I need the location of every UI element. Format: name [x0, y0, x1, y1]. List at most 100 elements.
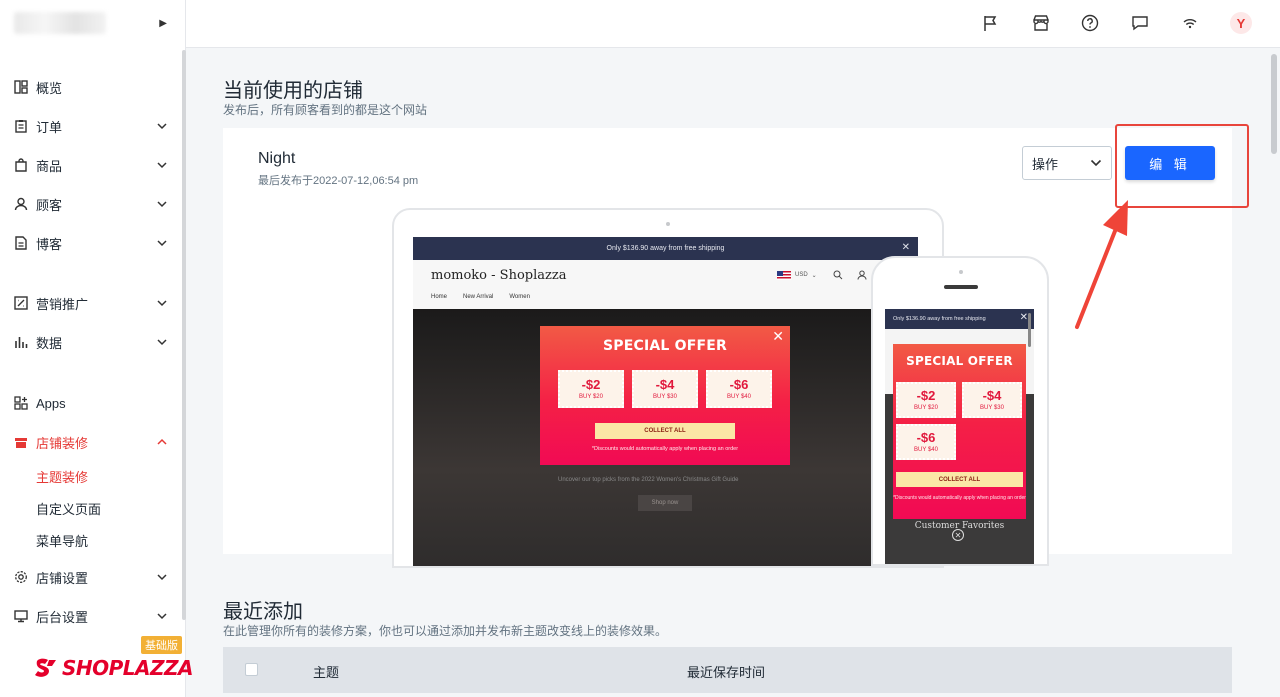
highlight-box — [1115, 124, 1249, 208]
order-icon — [14, 119, 28, 133]
select-all-checkbox[interactable] — [245, 663, 258, 676]
coupon: -$4 BUY $30 — [962, 382, 1022, 418]
shoplazza-logo[interactable]: SHOPLAZZA — [34, 656, 194, 680]
store-header: momoko - Shoplazza USD ⌄ Home New Arriva… — [413, 260, 918, 309]
store-menu: Home New Arrival Women — [431, 294, 530, 300]
help-icon[interactable] — [1081, 14, 1099, 32]
special-offer-popup: SPECIAL OFFER ✕ -$2 BUY $20 -$4 BUY $30 … — [540, 326, 790, 465]
popup-title: SPECIAL OFFER — [906, 354, 1013, 368]
message-icon[interactable] — [1131, 14, 1149, 32]
recent-desc: 在此管理你所有的装修方案，你也可以通过添加并发布新主题改变线上的装修效果。 — [223, 624, 668, 638]
close-icon: ✕ — [901, 242, 910, 253]
current-store-title: 当前使用的店铺 — [223, 80, 363, 102]
store-switcher[interactable]: ▶ — [0, 0, 185, 46]
coupon: -$2 BUY $20 — [558, 370, 624, 408]
sidebar-item-customers[interactable]: 顾客 — [0, 188, 182, 220]
sidebar-item-blog[interactable]: 博客 — [0, 227, 182, 259]
currency-code: USD — [795, 272, 808, 278]
chevron-up-icon — [157, 438, 167, 445]
coupon-condition: BUY $20 — [579, 394, 603, 400]
close-icon: ✕ — [772, 328, 784, 344]
currency-selector: USD ⌄ — [777, 270, 867, 280]
sidebar-item-orders[interactable]: 订单 — [0, 110, 182, 142]
collect-all-button: COLLECT ALL — [896, 472, 1023, 487]
chevron-down-icon — [157, 162, 167, 169]
sidebar-item-overview[interactable]: 概览 — [0, 71, 182, 103]
coupon-condition: BUY $30 — [980, 405, 1004, 411]
speaker-slot — [944, 285, 978, 289]
chevron-down-icon — [1090, 159, 1102, 167]
flag-icon[interactable] — [982, 14, 1000, 32]
sidebar: ▶ 概览 订单 商品 顾客 博客 营销推广 数据 Apps 店铺装修 主题装修 … — [0, 0, 194, 697]
column-theme: 主题 — [313, 665, 340, 680]
search-icon — [833, 270, 843, 280]
us-flag-icon — [777, 270, 791, 280]
menu-item: Home — [431, 294, 448, 300]
scrollbar-thumb[interactable] — [1271, 54, 1277, 154]
sidebar-subitem-pages[interactable]: 自定义页面 — [36, 499, 101, 518]
mobile-preview[interactable]: Only $136.90 away from free shipping ✕ S… — [871, 256, 1049, 566]
actions-label: 操作 — [1032, 156, 1059, 172]
current-theme-card: Night 最后发布于2022-07-12,06:54 pm 操作 编 辑 On… — [223, 128, 1232, 568]
sidebar-scrollbar[interactable] — [182, 50, 186, 620]
close-icon: ✕ — [1019, 312, 1028, 323]
product-icon — [14, 158, 28, 172]
coupon-amount: -$4 — [655, 377, 675, 392]
collect-all-button: COLLECT ALL — [595, 423, 735, 439]
chevron-down-icon — [157, 240, 167, 247]
sidebar-item-label: 概览 — [36, 80, 63, 96]
recent-title: 最近添加 — [223, 601, 303, 623]
sidebar-item-admin-settings[interactable]: 后台设置 — [0, 600, 182, 632]
special-offer-popup: SPECIAL OFFER -$2 BUY $20 -$4 BUY $30 -$… — [893, 344, 1026, 519]
store-icon[interactable] — [1032, 14, 1050, 32]
themes-table-header: 主题 最近保存时间 — [223, 647, 1232, 693]
sidebar-subitem-themes[interactable]: 主题装修 — [36, 467, 88, 486]
sidebar-item-apps[interactable]: Apps — [0, 387, 182, 419]
settings-icon — [14, 570, 28, 584]
sidebar-item-store-design[interactable]: 店铺装修 — [0, 426, 182, 458]
tablet-screen: Only $136.90 away from free shipping ✕ m… — [413, 237, 918, 566]
sidebar-item-analytics[interactable]: 数据 — [0, 326, 182, 358]
sidebar-item-marketing[interactable]: 营销推广 — [0, 287, 182, 319]
coupon: -$6 BUY $40 — [896, 424, 956, 460]
sidebar-item-products[interactable]: 商品 — [0, 149, 182, 181]
analytics-icon — [14, 335, 28, 349]
shipping-bar: Only $136.90 away from free shipping ✕ — [413, 237, 918, 260]
current-store-desc: 发布后，所有顾客看到的都是这个网站 — [223, 103, 428, 117]
sidebar-item-store-settings[interactable]: 店铺设置 — [0, 561, 182, 593]
coupon: -$6 BUY $40 — [706, 370, 772, 408]
close-circle-icon: ✕ — [952, 529, 964, 541]
sidebar-item-label: 商品 — [36, 158, 63, 174]
coupon-amount: -$4 — [982, 388, 1002, 403]
chevron-down-icon — [157, 574, 167, 581]
chevron-down-icon — [157, 613, 167, 620]
hero-button: Shop now — [638, 495, 692, 511]
sidebar-item-label: 营销推广 — [36, 296, 89, 312]
theme-name: Night — [258, 150, 296, 167]
coupon-amount: -$6 — [729, 377, 749, 392]
coupon-condition: BUY $20 — [914, 405, 938, 411]
page-scrollbar[interactable] — [1270, 50, 1278, 697]
discount-note: *Discounts would automatically apply whe… — [893, 495, 1026, 501]
wifi-icon[interactable] — [1181, 14, 1199, 32]
coupon: -$4 BUY $30 — [632, 370, 698, 408]
admin-settings-icon — [14, 609, 28, 623]
plan-badge: 基础版 — [141, 636, 182, 654]
chevron-down-icon: ⌄ — [811, 272, 817, 279]
apps-icon — [14, 396, 28, 410]
tablet-preview[interactable]: Only $136.90 away from free shipping ✕ m… — [392, 208, 944, 568]
coupon-amount: -$6 — [916, 430, 936, 445]
sidebar-item-label: 后台设置 — [36, 609, 89, 625]
actions-dropdown[interactable]: 操作 — [1022, 146, 1112, 180]
topbar: Y — [186, 0, 1280, 48]
camera-dot — [666, 222, 670, 226]
chevron-down-icon — [157, 339, 167, 346]
sidebar-subitem-navigation[interactable]: 菜单导航 — [36, 531, 88, 550]
coupon-amount: -$2 — [581, 377, 601, 392]
sidebar-item-label: 博客 — [36, 236, 63, 252]
sidebar-item-label: Apps — [36, 395, 66, 411]
user-avatar[interactable]: Y — [1230, 12, 1252, 34]
logo-text: SHOPLAZZA — [62, 656, 194, 680]
caret-right-icon: ▶ — [159, 17, 167, 29]
chevron-down-icon — [157, 300, 167, 307]
